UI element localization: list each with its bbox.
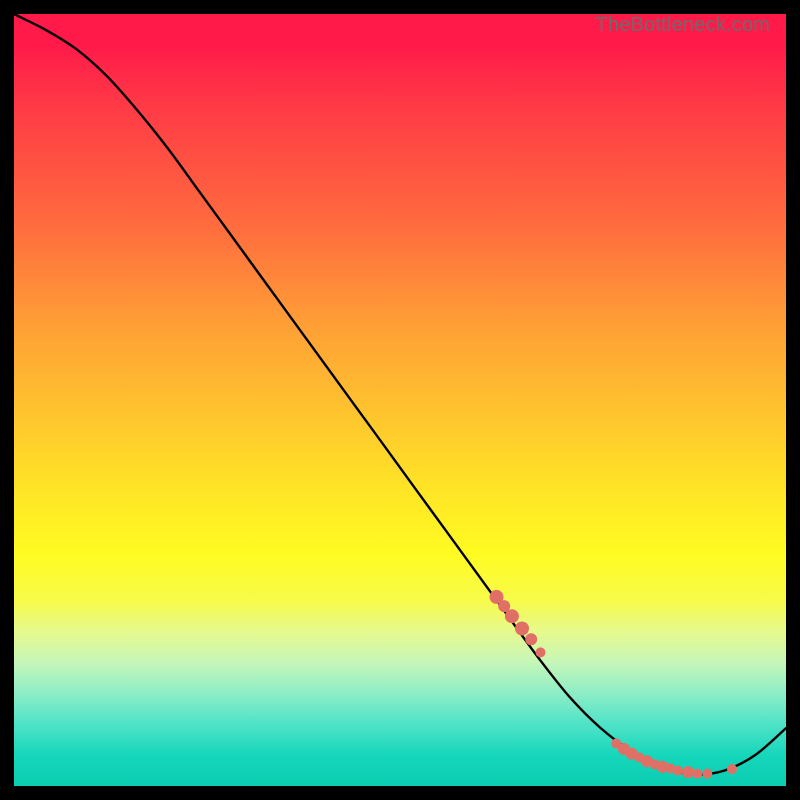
data-point-marker <box>525 633 537 645</box>
marker-group <box>490 590 738 779</box>
bottleneck-curve-path <box>14 14 786 775</box>
data-point-marker <box>682 766 694 778</box>
data-point-marker <box>673 766 683 776</box>
chart-plot-area: TheBottleneck.com <box>14 14 786 786</box>
data-point-marker <box>702 769 712 779</box>
chart-svg <box>14 14 786 786</box>
data-point-marker <box>536 647 546 657</box>
data-point-marker <box>515 622 529 636</box>
data-point-marker <box>692 769 702 779</box>
data-point-marker <box>727 764 737 774</box>
data-point-marker <box>505 609 519 623</box>
